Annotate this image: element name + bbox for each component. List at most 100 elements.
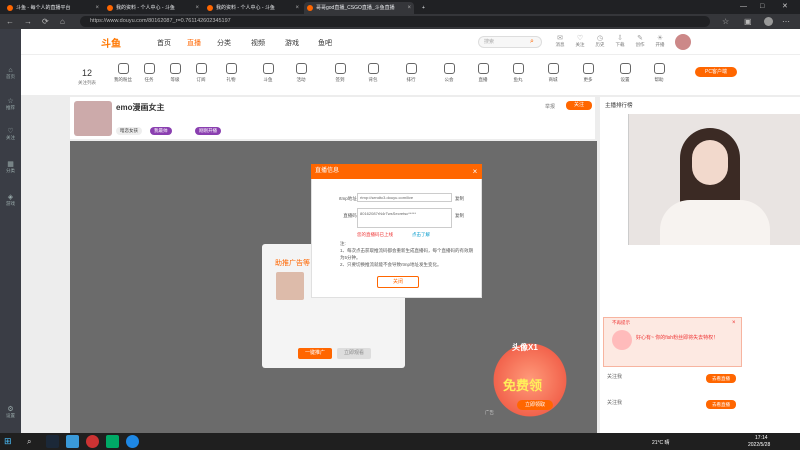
nav-game[interactable]: 游戏 (285, 38, 299, 48)
nav-live[interactable]: 直播 (187, 38, 201, 48)
nav-fishbar[interactable]: 鱼吧 (318, 38, 332, 48)
copy-key-button[interactable]: 复制 (455, 213, 464, 219)
tab-4-active[interactable]: 哥哥god直播_CSGO直播_斗鱼直播 × (304, 2, 414, 14)
close-icon[interactable]: × (732, 320, 736, 326)
app-icon[interactable] (66, 435, 79, 448)
promote-button[interactable]: 一键推广 (298, 348, 332, 359)
promo-claim-button[interactable]: 立即领取 (517, 400, 553, 410)
url-input[interactable]: https://www.douyu.com/80162087_r=0.76114… (80, 16, 710, 27)
steam-icon[interactable] (46, 435, 59, 448)
backpack-icon (367, 63, 379, 74)
live-icon (477, 63, 489, 74)
close-icon[interactable]: × (295, 2, 299, 14)
header-icon-label: 下载 (615, 42, 625, 47)
windows-start-icon[interactable]: ⊞ (4, 436, 12, 447)
category-item[interactable]: 我的粉丝 (110, 63, 136, 83)
broadcast-button[interactable]: ☀ 开播 (653, 34, 667, 48)
tab-2[interactable]: 我的资料 - 个人中心 - 斗鱼 × (104, 2, 202, 14)
new-tab-button[interactable]: + (418, 2, 432, 14)
forward-icon[interactable]: → (24, 15, 32, 28)
sidebar-item-recommend[interactable]: ☆ 推荐 (2, 97, 19, 111)
close-icon[interactable]: × (468, 164, 482, 179)
watch-live-button[interactable]: 去看直播 (706, 400, 736, 409)
dialog-close-button[interactable]: 关闭 (377, 276, 419, 288)
tab-3[interactable]: 我的资料 - 个人中心 - 斗鱼 × (204, 2, 302, 14)
category-item[interactable]: 活动 (288, 63, 314, 83)
history-button[interactable]: ◷ 历史 (593, 34, 607, 48)
close-icon[interactable]: × (195, 2, 199, 14)
home-icon[interactable]: ⌂ (60, 15, 65, 28)
douyu-logo[interactable]: 斗鱼 (101, 35, 145, 50)
category-item[interactable]: 签到 (327, 63, 353, 83)
douyu-favicon (307, 5, 313, 11)
category-label: 排行 (406, 77, 416, 82)
category-item[interactable]: 鱼丸 (505, 63, 531, 83)
category-item[interactable]: 更多 (575, 63, 601, 83)
sidebar-item-game[interactable]: ◈ 游戏 (2, 193, 19, 207)
pc-client-button[interactable]: PC客户端 (695, 67, 737, 77)
close-icon[interactable]: × (407, 2, 411, 14)
clock-date[interactable]: 2022/5/28 (748, 442, 770, 448)
ad-label: 广告 (485, 410, 494, 415)
room-tag[interactable]: 暗恋女孩 (116, 127, 142, 135)
room-tag[interactable]: 刚刚开播 (195, 127, 221, 135)
sidebar-item-follow[interactable]: ♡ 关注 (2, 127, 19, 141)
watch-live-button[interactable]: 去看直播 (706, 374, 736, 383)
search-icon[interactable]: ⌕ (530, 38, 534, 46)
category-item[interactable]: 帮助 (646, 63, 672, 83)
learn-more-link[interactable]: 点击了解 (412, 232, 430, 238)
app-icon[interactable] (106, 435, 119, 448)
category-item[interactable]: 直播 (470, 63, 496, 83)
minimize-icon[interactable]: — (740, 0, 747, 14)
refresh-icon[interactable]: ⟳ (42, 15, 49, 28)
category-item[interactable]: 任务 (136, 63, 162, 83)
streamer-avatar (74, 101, 112, 136)
edit-icon: ✎ (637, 35, 643, 42)
create-button[interactable]: ✎ 创作 (633, 34, 647, 48)
room-tag[interactable]: 我最帅 (150, 127, 172, 135)
category-item[interactable]: 等级 (162, 63, 188, 83)
sidebar-item-settings[interactable]: ⚙ 设置 (2, 405, 19, 419)
collections-icon[interactable]: ▣ (744, 15, 752, 28)
tab-1[interactable]: 斗鱼 - 每个人的直播平台 × (4, 2, 102, 14)
nav-category[interactable]: 分类 (217, 38, 231, 48)
favorites-icon[interactable]: ☆ (722, 15, 729, 28)
nav-home[interactable]: 首页 (157, 38, 171, 48)
watch-button[interactable]: 立即观看 (337, 348, 371, 359)
rtmp-url-field[interactable]: rtmp://sendtc3.douyu.com/live (357, 193, 452, 202)
follow-button[interactable]: ♡ 关注 (573, 34, 587, 48)
avatar[interactable] (675, 34, 691, 50)
copy-rtmp-button[interactable]: 复制 (455, 196, 464, 202)
sidebar-item-category[interactable]: ▦ 分类 (2, 160, 19, 174)
follow-button[interactable]: 关注 (566, 101, 592, 110)
more-icon[interactable]: ⋯ (782, 15, 790, 28)
category-item[interactable]: 排行 (398, 63, 424, 83)
category-item[interactable]: 礼物 (218, 63, 244, 83)
edge-icon[interactable] (126, 435, 139, 448)
message-button[interactable]: ✉ 消息 (553, 34, 567, 48)
category-item[interactable]: 背包 (360, 63, 386, 83)
notice-text: 您的直播码已上线 (357, 232, 393, 237)
weather-status[interactable]: 21°C 晴 (652, 439, 670, 446)
back-icon[interactable]: ← (6, 15, 14, 28)
category-item[interactable]: 设置 (612, 63, 638, 83)
report-link[interactable]: 举报 (545, 103, 555, 110)
stream-key-field[interactable]: 80162087rN4rTwsSecretsc***** (357, 208, 452, 228)
window-close-icon[interactable]: ✕ (782, 0, 788, 14)
header-icon-label: 创作 (635, 42, 645, 47)
nav-video[interactable]: 视频 (251, 38, 265, 48)
close-icon[interactable]: × (95, 2, 99, 14)
profile-icon[interactable] (764, 17, 773, 26)
guild-icon (443, 63, 455, 74)
room-title: emo漫画女主 (116, 103, 165, 112)
category-item[interactable]: 商城 (540, 63, 566, 83)
category-item[interactable]: 公会 (436, 63, 462, 83)
download-button[interactable]: ⇩ 下载 (613, 34, 627, 48)
search-icon[interactable]: ⌕ (27, 437, 31, 447)
category-item[interactable]: 斗鱼 (255, 63, 281, 83)
clock-time[interactable]: 17:14 (755, 435, 768, 441)
maximize-icon[interactable]: □ (760, 0, 764, 14)
sidebar-item-home[interactable]: ⌂ 首页 (2, 67, 19, 80)
category-item[interactable]: 订阅 (188, 63, 214, 83)
app-icon[interactable] (86, 435, 99, 448)
